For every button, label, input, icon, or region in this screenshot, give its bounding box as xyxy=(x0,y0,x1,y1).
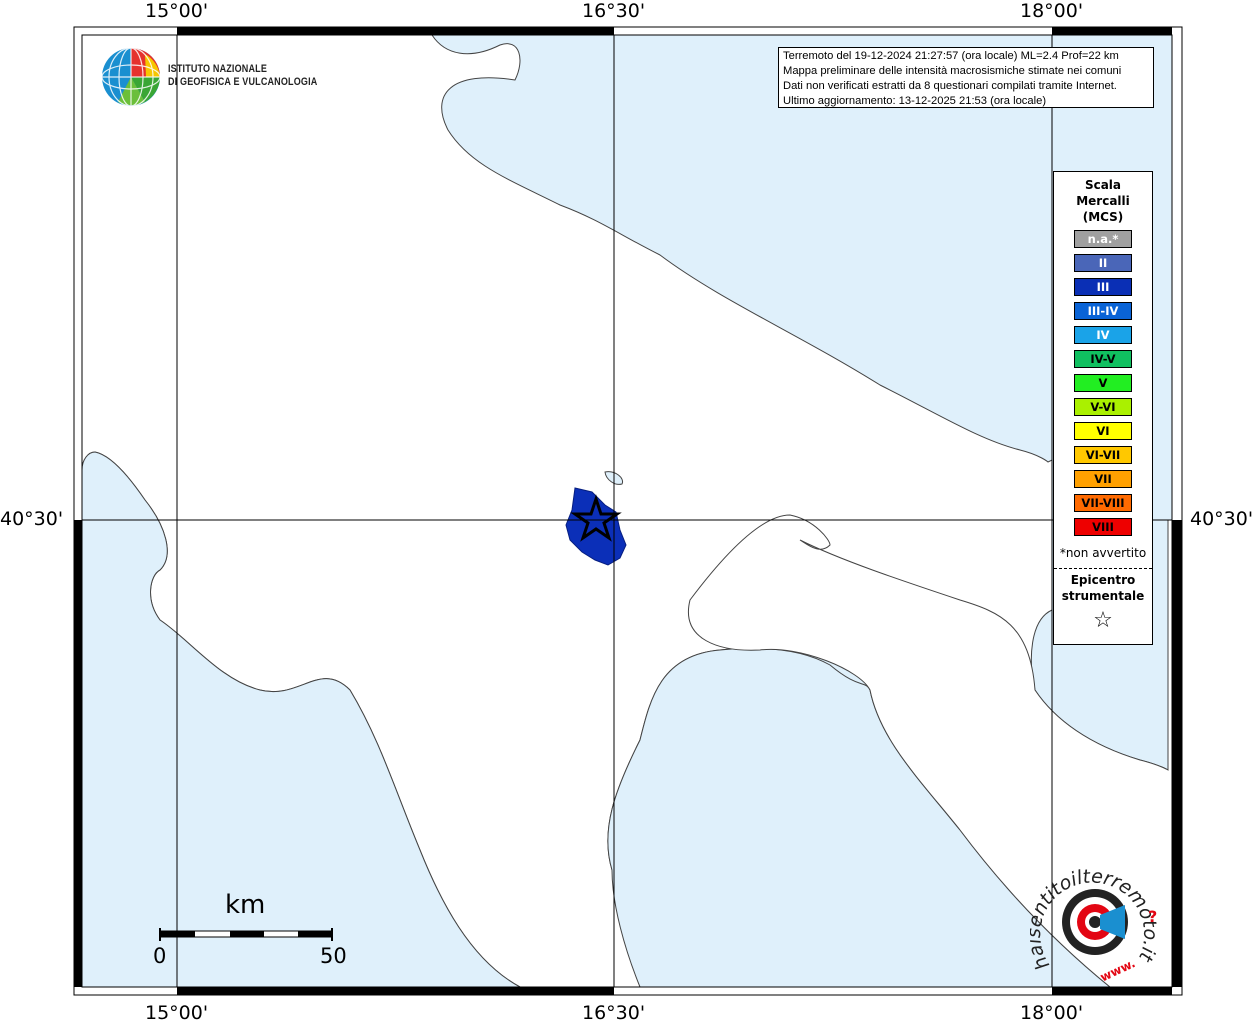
legend-swatch-vi-vii: VI-VII xyxy=(1074,446,1132,464)
lon-label-bottom-1: 15°00' xyxy=(145,1002,209,1024)
haisentito-question-mark: ? xyxy=(1148,907,1157,926)
legend-swatch-vi: VI xyxy=(1074,422,1132,440)
legend-swatch-vii-viii: VII-VIII xyxy=(1074,494,1132,512)
epicenter-label-line2: strumentale xyxy=(1061,589,1145,603)
lon-label-bottom-3: 18°00' xyxy=(1020,1002,1084,1024)
ingv-name-line2: DI GEOFISICA E VULCANOLOGIA xyxy=(168,76,318,88)
info-line-map-type: Mappa preliminare delle intensità macros… xyxy=(783,65,1122,77)
legend-swatch-iv-v: IV-V xyxy=(1074,350,1132,368)
lon-label-top-2: 16°30' xyxy=(582,0,646,22)
lat-label-left: 40°30' xyxy=(0,508,64,530)
info-line-data-source: Dati non verificati estratti da 8 questi… xyxy=(783,80,1117,92)
legend-title: Scala Mercalli (MCS) xyxy=(1054,177,1152,225)
legend-swatch-iii: III xyxy=(1074,278,1132,296)
legend-note: *non avvertito xyxy=(1059,546,1147,560)
legend-swatch-viii: VIII xyxy=(1074,518,1132,536)
ingv-name-line1: ISTITUTO NAZIONALE xyxy=(168,63,268,75)
haisentito-logo-graphic: haisentitoilterremoto.it ? www. xyxy=(1023,865,1161,984)
legend-title-line1: Scala xyxy=(1084,178,1122,192)
lon-label-bottom-2: 16°30' xyxy=(582,1002,646,1024)
lon-label-top-3: 18°00' xyxy=(1020,0,1084,22)
epicenter-label-line1: Epicentro xyxy=(1070,573,1136,587)
scale-bar: km 0 50 xyxy=(150,890,360,980)
legend-swatch-v-vi: V-VI xyxy=(1074,398,1132,416)
scale-bar-start-label: 0 xyxy=(153,944,167,968)
legend-swatch-iii-iv: III-IV xyxy=(1074,302,1132,320)
legend-swatch-v: V xyxy=(1074,374,1132,392)
ingv-logo: ISTITUTO NAZIONALE DI GEOFISICA E VULCAN… xyxy=(100,46,330,110)
earthquake-info-box: Terremoto del 19-12-2024 21:27:57 (ora l… xyxy=(778,47,1154,108)
info-line-update: Ultimo aggiornamento: 13-12-2025 21:53 (… xyxy=(783,95,1047,107)
info-line-event: Terremoto del 19-12-2024 21:27:57 (ora l… xyxy=(783,50,1119,62)
scale-bar-graphic xyxy=(159,928,333,941)
scale-bar-end-label: 50 xyxy=(320,944,347,968)
legend-swatch-vii: VII xyxy=(1074,470,1132,488)
legend-swatch-n-a: n.a.* xyxy=(1074,230,1132,248)
haisentito-www-prefix: www. xyxy=(1098,956,1138,984)
lon-label-top-1: 15°00' xyxy=(145,0,209,22)
legend-title-line2: Mercalli xyxy=(1076,194,1130,208)
lat-label-right: 40°30' xyxy=(1190,508,1254,530)
legend-swatch-iv: IV xyxy=(1074,326,1132,344)
epicenter-star-icon: ☆ xyxy=(1093,608,1113,633)
legend-title-line3: (MCS) xyxy=(1082,210,1124,224)
scale-bar-unit: km xyxy=(225,890,266,920)
legend-epicenter-label: Epicentro strumentale xyxy=(1054,572,1152,604)
mcs-scale-legend: Scala Mercalli (MCS) n.a.* II III III-IV IV I… xyxy=(1053,171,1153,645)
map-area xyxy=(81,34,1173,988)
haisentito-logo: haisentitoilterremoto.it ? www. xyxy=(1023,855,1161,985)
legend-swatch-ii: II xyxy=(1074,254,1132,272)
ingv-globe-icon xyxy=(101,47,161,107)
legend-separator xyxy=(1054,568,1152,569)
